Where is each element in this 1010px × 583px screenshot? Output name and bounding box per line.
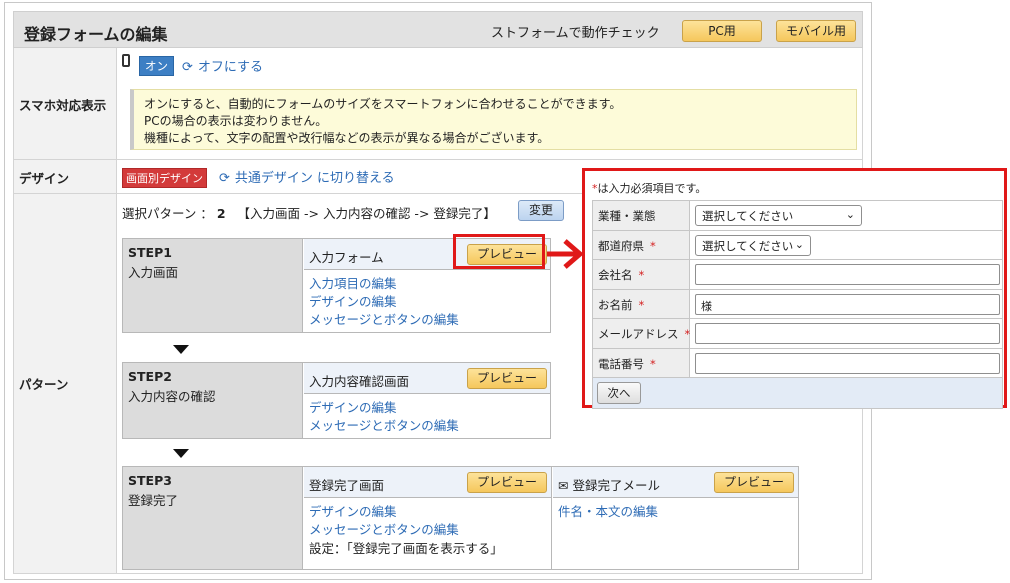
smartphone-label: スマホ対応表示 <box>19 98 107 113</box>
next-button[interactable]: 次へ <box>597 382 641 404</box>
step2-screen-title: 入力内容確認画面 <box>309 374 410 389</box>
pattern-label: パターン <box>19 377 69 392</box>
panel-header: 登録フォームの編集 ストフォームで動作チェック PC用 モバイル用 <box>13 11 863 48</box>
email-input[interactable] <box>695 323 1000 344</box>
mail-icon: ✉ <box>558 478 569 493</box>
pc-check-button[interactable]: PC用 <box>682 20 762 42</box>
chevron-down-icon: ⌄ <box>845 208 855 221</box>
smartphone-notice: オンにすると、自動的にフォームのサイズをスマートフォンに合わせることができます。… <box>130 89 857 150</box>
edit-messages-buttons-link[interactable]: メッセージとボタンの編集 <box>309 311 459 329</box>
change-pattern-button[interactable]: 変更 <box>518 200 564 221</box>
edit-design-link[interactable]: デザインの編集 <box>309 503 503 521</box>
turn-off-link[interactable]: ⟳ オフにする <box>182 56 263 75</box>
selected-pattern: 選択パターン ： 2 【入力画面 -> 入力内容の確認 -> 登録完了】 <box>122 206 496 221</box>
refresh-icon: ⟳ <box>219 171 230 186</box>
test-form-note: ストフォームで動作チェック <box>491 26 660 41</box>
design-label: デザイン <box>19 171 70 186</box>
chevron-down-icon: ⌄ <box>794 237 804 251</box>
right-arrow-icon <box>547 239 584 269</box>
on-badge: オン <box>139 56 174 76</box>
mobile-check-button[interactable]: モバイル用 <box>776 20 856 42</box>
edit-input-items-link[interactable]: 入力項目の編集 <box>309 275 459 293</box>
refresh-icon: ⟳ <box>182 60 193 75</box>
step3-preview-button[interactable]: プレビュー <box>467 472 547 493</box>
down-arrow-icon <box>173 345 189 354</box>
field-row-industry: 業種・業態 選択してください ⌄ <box>593 201 1002 231</box>
page-title: 登録フォームの編集 <box>24 25 168 44</box>
field-row-company: 会社名 * <box>593 260 1002 290</box>
field-row-prefecture: 都道府県 * 選択してください ⌄ <box>593 230 1002 260</box>
completion-setting: 設定：「登録完了画面を表示する」 <box>309 541 503 556</box>
field-row-phone: 電話番号 * <box>593 348 1002 378</box>
step1-screen-title: 入力フォーム <box>309 250 384 265</box>
per-screen-design-badge: 画面別デザイン <box>122 168 207 188</box>
form-preview-popup: *は入力必須項目です。 業種・業態 選択してください ⌄ 都道府県 * 選択してくだ… <box>582 168 1007 409</box>
edit-mail-subject-body-link[interactable]: 件名・本文の編集 <box>558 503 658 521</box>
smartphone-row: スマホ対応表示 オン ⟳ オフにする オンにすると、自動的にフォームのサイズをスマ… <box>13 48 863 160</box>
down-arrow-icon <box>173 449 189 458</box>
industry-select[interactable]: 選択してください ⌄ <box>695 205 862 226</box>
edit-messages-buttons-link[interactable]: メッセージとボタンの編集 <box>309 417 459 435</box>
step2-preview-button[interactable]: プレビュー <box>467 368 547 389</box>
smartphone-icon <box>122 54 130 67</box>
switch-common-design-link[interactable]: ⟳ 共通デザイン に切り替える <box>219 167 395 186</box>
completion-mail-title: ✉ 登録完了メール <box>558 478 660 493</box>
edit-messages-buttons-link[interactable]: メッセージとボタンの編集 <box>309 521 503 539</box>
preview-form-table: 業種・業態 選択してください ⌄ 都道府県 * 選択してください ⌄ 会社名 * お名前… <box>592 200 1003 409</box>
required-note: *は入力必須項目です。 <box>592 182 707 195</box>
company-input[interactable] <box>695 264 1000 285</box>
name-input[interactable]: 様 <box>695 293 1000 315</box>
step3-box: STEP3 登録完了 登録完了画面 プレビュー デザインの編集 メッセージとボタ… <box>122 466 799 570</box>
field-row-email: メールアドレス * <box>593 319 1002 349</box>
step3-screen-title: 登録完了画面 <box>309 478 385 493</box>
submit-row: 次へ <box>593 378 1002 408</box>
mail-preview-button[interactable]: プレビュー <box>714 472 794 493</box>
field-row-name: お名前 * 様 <box>593 289 1002 319</box>
step2-box: STEP2 入力内容の確認 入力内容確認画面 プレビュー デザインの編集 メッセ… <box>122 362 551 439</box>
edit-design-link[interactable]: デザインの編集 <box>309 399 459 417</box>
prefecture-select[interactable]: 選択してください ⌄ <box>695 234 811 256</box>
edit-design-link[interactable]: デザインの編集 <box>309 293 459 311</box>
phone-input[interactable] <box>695 352 1000 374</box>
preview-highlight-frame <box>453 234 545 269</box>
